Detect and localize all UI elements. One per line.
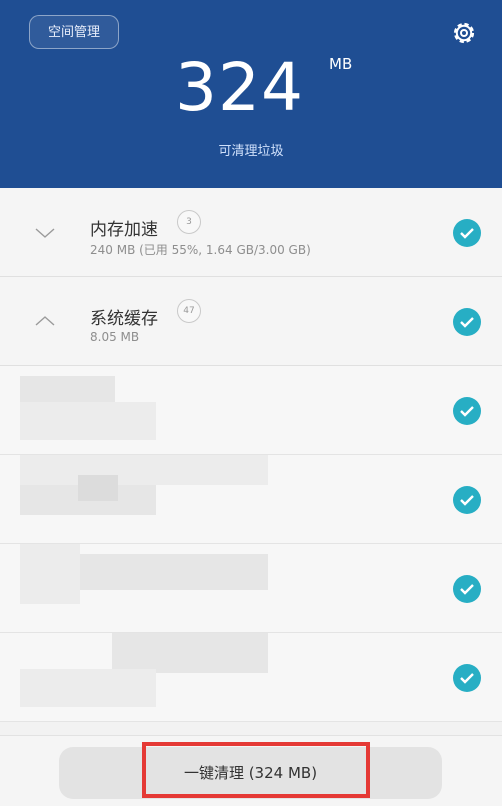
- blurred-content: [78, 475, 118, 501]
- blurred-sub-item[interactable]: [0, 366, 502, 455]
- list-item-system-cache[interactable]: 系统缓存 47 8.05 MB: [0, 277, 502, 366]
- blurred-sub-item[interactable]: [0, 544, 502, 633]
- checkbox-checked-icon[interactable]: [453, 308, 481, 336]
- item-subtitle: 8.05 MB: [90, 330, 140, 344]
- total-junk-size: 324: [175, 49, 304, 126]
- chevron-down-icon[interactable]: [34, 222, 56, 244]
- item-title: 系统缓存: [90, 309, 158, 329]
- checkbox-checked-icon[interactable]: [453, 219, 481, 247]
- blurred-content: [20, 544, 80, 604]
- blurred-content: [112, 633, 268, 673]
- gear-icon[interactable]: [449, 18, 479, 48]
- checkbox-checked-icon[interactable]: [453, 575, 481, 603]
- blurred-sub-item[interactable]: [0, 455, 502, 544]
- header: 空间管理 324 MB 可清理垃圾: [0, 0, 502, 188]
- junk-subtitle: 可清理垃圾: [218, 144, 284, 159]
- chevron-up-icon[interactable]: [34, 310, 56, 332]
- junk-list: 内存加速 3 240 MB (已用 55%, 1.64 GB/3.00 GB) …: [0, 188, 502, 722]
- blurred-content: [20, 669, 156, 707]
- item-subtitle: 240 MB (已用 55%, 1.64 GB/3.00 GB): [90, 243, 311, 257]
- item-title: 内存加速: [90, 220, 158, 240]
- count-badge: 47: [177, 299, 201, 323]
- blurred-content: [80, 554, 268, 590]
- total-junk-unit: MB: [329, 55, 353, 73]
- blurred-content: [20, 455, 268, 485]
- blurred-content: [20, 402, 156, 440]
- space-management-button[interactable]: 空间管理: [29, 15, 119, 49]
- checkbox-checked-icon[interactable]: [453, 397, 481, 425]
- count-badge: 3: [177, 210, 201, 234]
- blurred-sub-item[interactable]: [0, 633, 502, 722]
- list-item-memory-boost[interactable]: 内存加速 3 240 MB (已用 55%, 1.64 GB/3.00 GB): [0, 188, 502, 277]
- checkbox-checked-icon[interactable]: [453, 486, 481, 514]
- checkbox-checked-icon[interactable]: [453, 664, 481, 692]
- highlight-annotation-box: [142, 742, 370, 798]
